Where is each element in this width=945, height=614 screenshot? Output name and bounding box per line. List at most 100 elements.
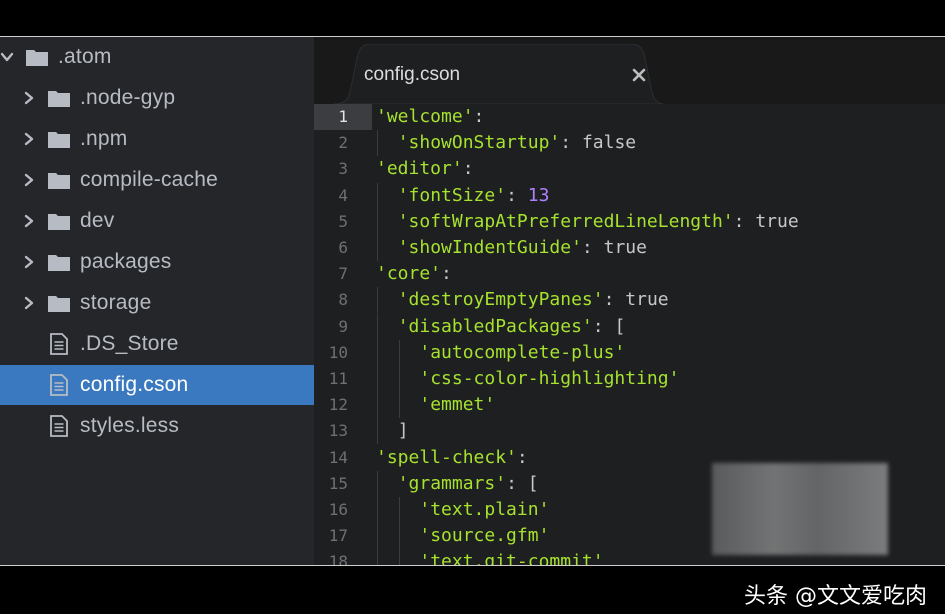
code-line[interactable]: 13 ] [314, 418, 945, 445]
line-number: 5 [338, 211, 348, 231]
tree-item-label: compile-cache [80, 168, 218, 191]
code-line[interactable]: 6 'showIndentGuide': true [314, 235, 945, 261]
code-token-punc: : [560, 132, 582, 154]
tree-item-compile-cache[interactable]: compile-cache [0, 160, 314, 200]
tree-item-storage[interactable]: storage [0, 283, 314, 323]
code-token-ws [376, 420, 398, 441]
chevron-right-icon[interactable] [22, 295, 36, 311]
code-token-key: 'grammars' [397, 472, 507, 494]
code-token-punc: : [462, 158, 474, 180]
folder-icon [47, 88, 71, 108]
code-token-ws [376, 342, 419, 363]
code-token-ws [376, 368, 419, 389]
code-text: 'welcome': [376, 104, 484, 130]
code-line[interactable]: 10 'autocomplete-plus' [314, 339, 945, 366]
code-text: 'core': [376, 261, 452, 287]
top-letterbox [0, 0, 945, 36]
line-number: 4 [338, 185, 348, 205]
code-text: 'autocomplete-plus' [376, 340, 625, 366]
code-line[interactable]: 2 'showOnStartup': false [314, 130, 945, 157]
tree-item-node-gyp[interactable]: .node-gyp [0, 78, 314, 118]
code-line[interactable]: 9 'disabledPackages': [ [314, 313, 945, 340]
chevron-right-icon[interactable] [22, 90, 36, 106]
code-text: 'editor': [376, 156, 474, 182]
file-tree: .atom .node-gyp .npm compile-cache dev packag… [0, 37, 314, 565]
code-line[interactable]: 1'welcome': [314, 104, 945, 130]
line-number: 16 [328, 500, 348, 519]
tab-bar: config.cson [314, 37, 945, 104]
line-number: 14 [328, 447, 348, 467]
code-token-ws [376, 394, 419, 415]
tree-item-atom[interactable]: .atom [0, 37, 314, 77]
code-line[interactable]: 8 'destroyEmptyPanes': true [314, 287, 945, 314]
tree-item-label: .npm [80, 127, 128, 150]
code-token-ws [376, 185, 398, 206]
chevron-right-icon[interactable] [22, 172, 36, 188]
code-text: 'source.gfm' [376, 523, 549, 549]
code-line[interactable]: 3 'editor': [314, 156, 945, 182]
line-number: 18 [328, 552, 348, 565]
chevron-right-icon[interactable] [22, 131, 36, 147]
code-token-key: 'fontSize' [397, 184, 507, 206]
close-icon[interactable] [630, 66, 648, 84]
line-number: 9 [338, 316, 348, 336]
code-token-bool: false [581, 132, 637, 154]
code-line[interactable]: 12 'emmet' [314, 392, 945, 419]
folder-icon [47, 252, 71, 272]
code-token-key: 'welcome' [376, 106, 474, 127]
code-token-key: 'showOnStartup' [397, 132, 561, 154]
code-token-str: 'text.git-commit' [419, 551, 604, 565]
code-token-ws [376, 551, 419, 565]
code-line[interactable]: 5 'softWrapAtPreferredLineLength': true [314, 208, 945, 235]
code-text: 'showOnStartup': false [376, 130, 636, 156]
blurred-region [712, 463, 888, 555]
tree-item-packages[interactable]: packages [0, 242, 314, 282]
code-token-key: 'softWrapAtPreferredLineLength' [397, 210, 734, 232]
line-number: 15 [328, 473, 348, 493]
tree-item-label: storage [80, 291, 152, 314]
tab-title: config.cson [364, 64, 461, 85]
code-line[interactable]: 11 'css-color-highlighting' [314, 366, 945, 392]
line-number: 8 [338, 290, 348, 310]
tree-item-label: .node-gyp [80, 86, 176, 109]
code-text: 'showIndentGuide': true [376, 235, 647, 261]
code-text: 'text.plain' [376, 497, 549, 523]
file-icon [47, 333, 71, 355]
code-token-punc: : [ [506, 472, 539, 494]
tree-item-label: .DS_Store [80, 332, 179, 355]
code-token-ws [376, 525, 419, 546]
chevron-right-icon[interactable] [22, 213, 36, 229]
code-text: 'softWrapAtPreferredLineLength': true [376, 209, 799, 235]
code-line[interactable]: 7 'core': [314, 261, 945, 287]
tree-item-label: packages [80, 250, 172, 273]
code-token-str: 'css-color-highlighting' [419, 368, 680, 389]
line-number: 17 [328, 526, 348, 546]
folder-icon [47, 293, 71, 313]
tab-config-cson[interactable]: config.cson [334, 44, 664, 104]
code-token-ws [376, 499, 419, 520]
line-number: 2 [338, 133, 348, 153]
tree-item-ds-store[interactable]: .DS_Store [0, 324, 314, 364]
watermark-text: 头条 @文文爱吃肉 [744, 584, 927, 609]
code-token-punc: : [581, 237, 604, 258]
chevron-down-icon[interactable] [0, 49, 14, 65]
folder-icon [47, 170, 71, 190]
tree-item-config-cson[interactable]: config.cson [0, 365, 314, 405]
line-number: 6 [338, 238, 348, 257]
tree-item-styles-less[interactable]: styles.less [0, 406, 314, 446]
code-line[interactable]: 4 'fontSize': 13 [314, 182, 945, 209]
code-text: 'emmet' [376, 392, 495, 418]
tree-item-dev[interactable]: dev [0, 201, 314, 241]
tree-item-label: config.cson [80, 373, 189, 396]
file-icon [47, 374, 71, 396]
code-token-key: 'destroyEmptyPanes' [397, 289, 604, 311]
code-token-punc: : [516, 446, 528, 468]
code-token-punc: : [603, 289, 626, 311]
code-token-ws [376, 289, 398, 310]
code-token-str: 'source.gfm' [419, 525, 550, 547]
code-token-str: 'text.plain' [419, 499, 550, 520]
chevron-right-icon[interactable] [22, 254, 36, 270]
tree-item-npm[interactable]: .npm [0, 119, 314, 159]
code-token-bool: true [603, 237, 647, 258]
code-token-str: 'autocomplete-plus' [419, 341, 626, 363]
